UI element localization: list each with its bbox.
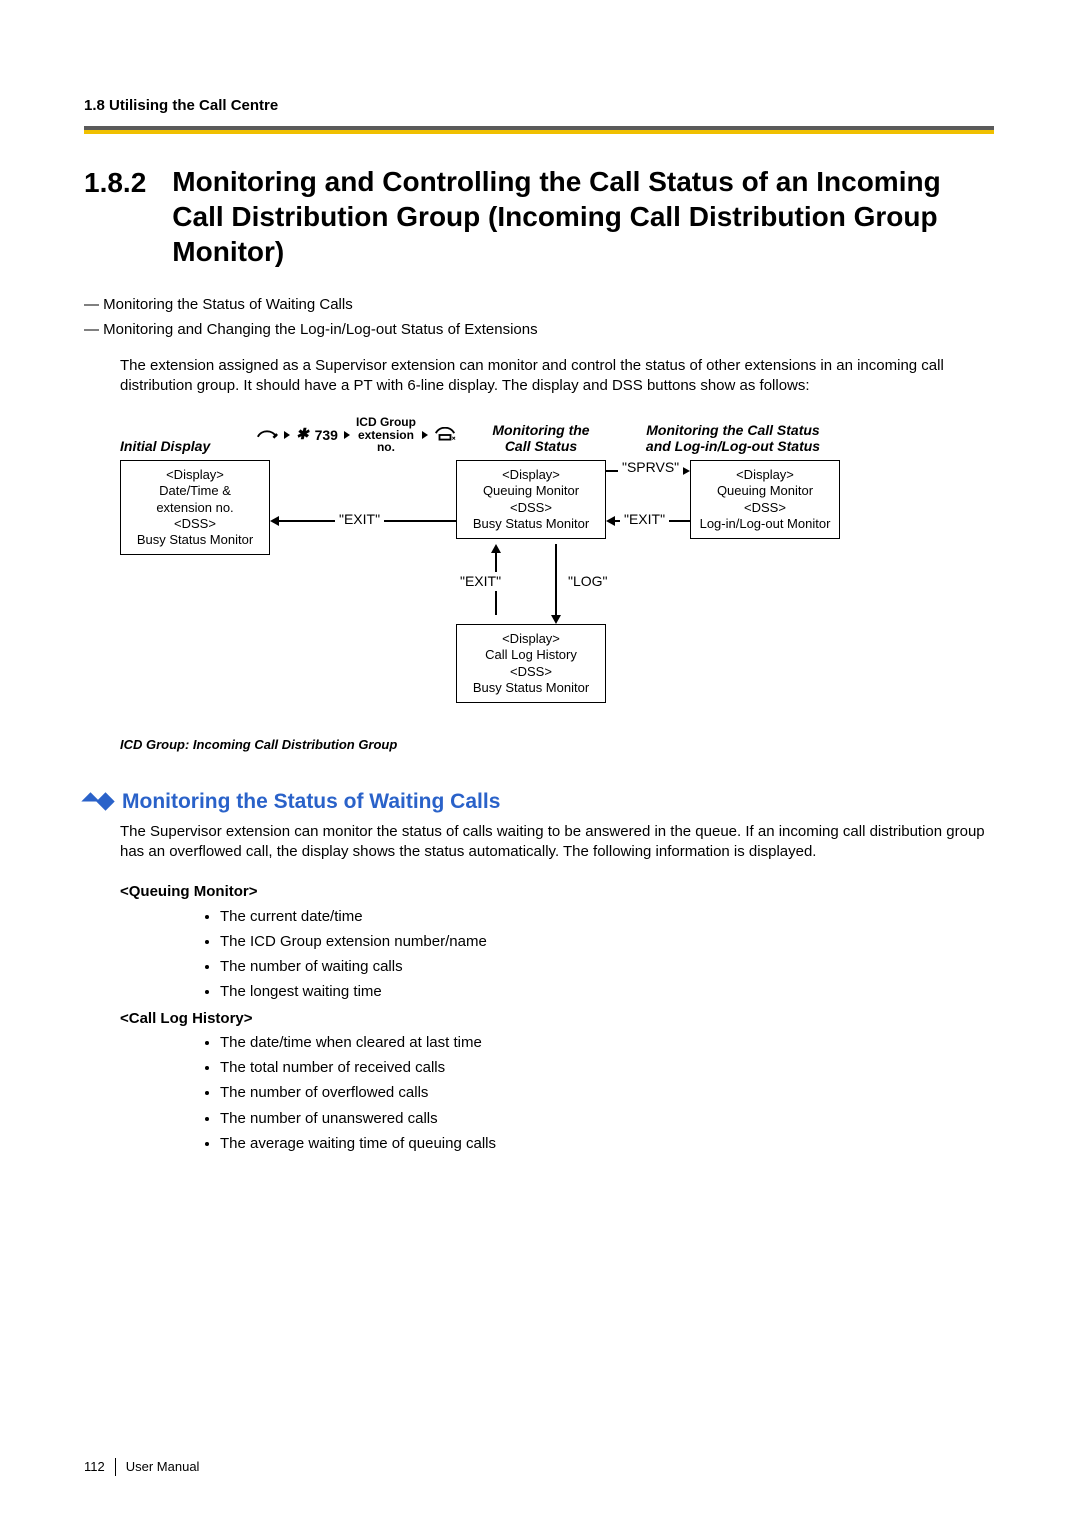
header-section: 1.8 Utilising the Call Centre <box>84 97 278 114</box>
diagram-box-queue: <Display> Queuing Monitor <DSS> Busy Sta… <box>456 460 606 539</box>
diagram-box-initial: <Display> Date/Time & extension no. <DSS… <box>120 460 270 555</box>
list-item: The ICD Group extension number/name <box>220 932 994 952</box>
call-log-history-list: The date/time when cleared at last time … <box>180 1033 994 1154</box>
intro-bullets: — Monitoring the Status of Waiting Calls… <box>84 295 994 340</box>
flow-diagram: Initial Display ✱ 739 ICD Group extensio… <box>120 416 840 753</box>
list-item: The number of overflowed calls <box>220 1083 994 1103</box>
diagram-label-log: "LOG" <box>564 572 612 591</box>
diagram-label-sprvs: "SPRVS" <box>618 458 683 477</box>
diagram-label-exit-2: "EXIT" <box>620 510 669 529</box>
footer-label: User Manual <box>126 1458 200 1476</box>
page-footer: 112 User Manual <box>84 1458 199 1476</box>
list-item: The current date/time <box>220 907 994 927</box>
diagram-sequence: ✱ 739 ICD Group extension no. <box>256 416 456 454</box>
queuing-monitor-header: <Queuing Monitor> <box>120 882 994 902</box>
diagram-label-exit-1: "EXIT" <box>335 510 384 529</box>
diamond-bullets-icon <box>84 795 112 808</box>
list-item: The average waiting time of queuing call… <box>220 1134 994 1154</box>
queuing-monitor-list: The current date/time The ICD Group exte… <box>180 907 994 1003</box>
diagram-label-exit-3: "EXIT" <box>456 572 505 591</box>
page-number: 112 <box>84 1458 116 1476</box>
seq-label: ICD Group extension no. <box>356 416 416 454</box>
intro-bullet: — Monitoring the Status of Waiting Calls <box>84 295 994 315</box>
list-item: The number of unanswered calls <box>220 1109 994 1129</box>
list-item: The longest waiting time <box>220 982 994 1002</box>
intro-bullet: — Monitoring and Changing the Log-in/Log… <box>84 320 994 340</box>
diagram-box-calllog: <Display> Call Log History <DSS> Busy St… <box>456 624 606 703</box>
subheading: Monitoring the Status of Waiting Calls <box>122 788 500 816</box>
list-item: The total number of received calls <box>220 1058 994 1078</box>
diagram-title-monitoring: Monitoring the Call Status <box>456 423 626 454</box>
heading-text: Monitoring and Controlling the Call Stat… <box>172 164 994 269</box>
section2-paragraph: The Supervisor extension can monitor the… <box>120 822 994 863</box>
rule-yellow <box>84 130 994 134</box>
diagram-title-initial: Initial Display <box>120 439 256 454</box>
seq-code: 739 <box>315 428 338 443</box>
list-item: The number of waiting calls <box>220 957 994 977</box>
on-hook-icon <box>434 427 456 443</box>
diagram-footnote: ICD Group: Incoming Call Distribution Gr… <box>120 736 840 754</box>
off-hook-icon <box>256 427 278 443</box>
heading-number: 1.8.2 <box>84 164 146 269</box>
list-item: The date/time when cleared at last time <box>220 1033 994 1053</box>
diagram-box-login: <Display> Queuing Monitor <DSS> Log-in/L… <box>690 460 840 539</box>
diagram-title-right: Monitoring the Call Status and Log-in/Lo… <box>626 423 840 454</box>
intro-paragraph: The extension assigned as a Supervisor e… <box>120 356 994 397</box>
call-log-history-header: <Call Log History> <box>120 1009 994 1029</box>
